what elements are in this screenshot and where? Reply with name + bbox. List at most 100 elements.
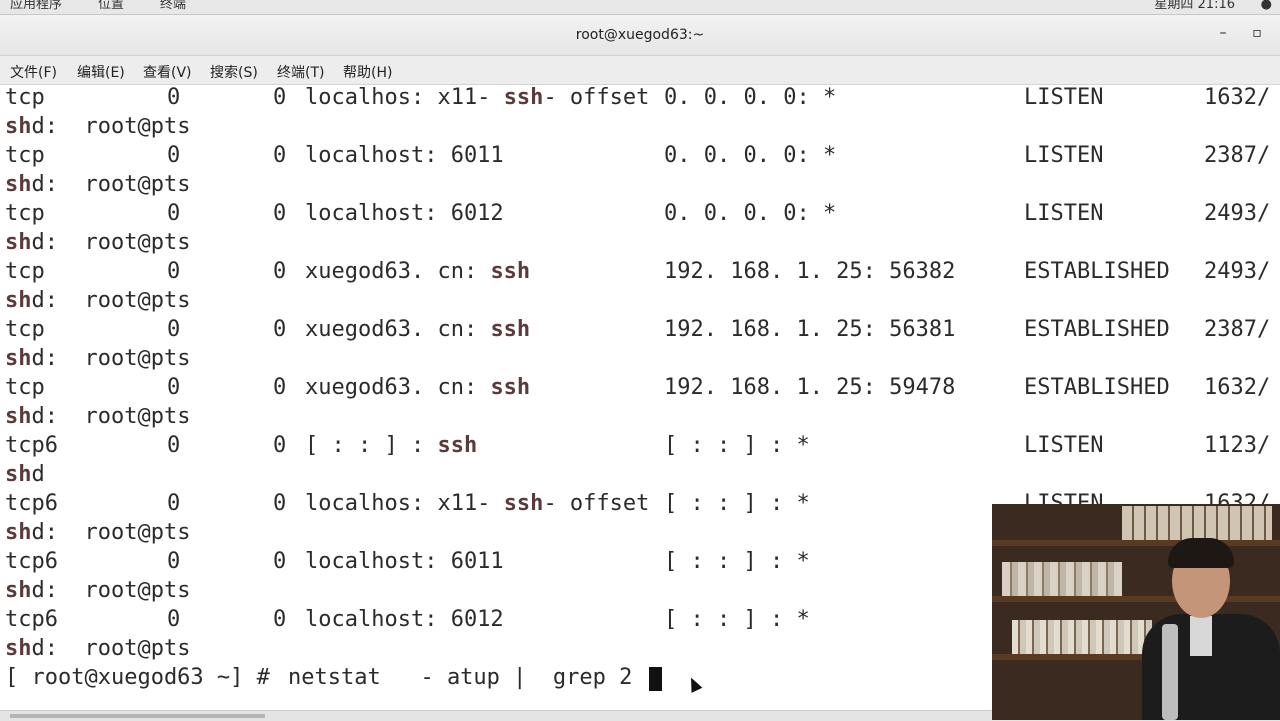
menu-edit[interactable]: 编辑(E): [77, 62, 125, 82]
foreign-address-cell: [ : : ] : *: [664, 607, 810, 632]
proto-cell: tcp6: [5, 607, 58, 632]
program-name-cell: shd: root@pts: [5, 172, 190, 197]
highlight-ssh: ssh: [490, 375, 531, 400]
system-indicator-icon[interactable]: ●: [1261, 0, 1272, 11]
highlight-sh: sh: [5, 636, 32, 661]
program-name-row: shd: root@pts: [0, 288, 1280, 317]
local-address-text: localhost: 6011: [305, 143, 504, 168]
program-name-text: d: root@pts: [31, 404, 191, 429]
proto-cell: tcp6: [5, 491, 58, 516]
pid-cell: 2387/: [1204, 143, 1271, 168]
program-name-cell: shd: root@pts: [5, 288, 190, 313]
proto-cell: tcp: [5, 317, 45, 342]
highlight-ssh: ssh: [490, 259, 531, 284]
window-titlebar[interactable]: root@xuegod63:~ – ▫: [0, 15, 1280, 56]
highlight-sh: sh: [5, 172, 32, 197]
menu-terminal[interactable]: 终端(T): [277, 62, 324, 82]
menu-search[interactable]: 搜索(S): [210, 62, 258, 82]
send-q-cell: 0: [273, 201, 287, 226]
foreign-address-cell: 192. 168. 1. 25: 56381: [664, 317, 956, 342]
program-name-cell: shd: root@pts: [5, 520, 190, 545]
local-address-cell: xuegod63. cn: ssh: [305, 259, 530, 284]
webcam-overlay: [992, 504, 1280, 720]
proto-cell: tcp6: [5, 549, 58, 574]
foreign-address-cell: 192. 168. 1. 25: 59478: [664, 375, 956, 400]
clock[interactable]: 星期四 21:16: [1154, 0, 1235, 11]
send-q-cell: 0: [273, 549, 287, 574]
program-name-text: d: root@pts: [31, 636, 191, 661]
highlight-sh: sh: [5, 404, 32, 429]
local-address-text: [ : : ] :: [305, 433, 438, 458]
state-cell: LISTEN: [1024, 433, 1104, 458]
terminal-menubar: 文件(F) 编辑(E) 查看(V) 搜索(S) 终端(T) 帮助(H): [0, 56, 1280, 85]
pid-cell: 1123/: [1204, 433, 1271, 458]
program-name-cell: shd: root@pts: [5, 404, 190, 429]
program-name-text: d: root@pts: [31, 520, 191, 545]
local-address-text: xuegod63. cn:: [305, 375, 491, 400]
program-name-row: shd: root@pts: [0, 114, 1280, 143]
local-address-text: localhost: 6012: [305, 201, 504, 226]
proto-cell: tcp: [5, 375, 45, 400]
menu-help[interactable]: 帮助(H): [343, 62, 392, 82]
foreign-address-cell: [ : : ] : *: [664, 491, 810, 516]
top-panel: 应用程序 位置 终端 星期四 21:16 ●: [0, 0, 1280, 15]
local-address-cell: localhos: x11- ssh- offset: [305, 85, 649, 110]
highlight-sh: sh: [5, 462, 32, 487]
places-menu[interactable]: 位置: [98, 0, 124, 11]
state-cell: LISTEN: [1024, 143, 1104, 168]
highlight-sh: sh: [5, 114, 32, 139]
menu-view[interactable]: 查看(V): [143, 62, 192, 82]
foreign-address-cell: [ : : ] : *: [664, 433, 810, 458]
highlight-sh: sh: [5, 288, 32, 313]
pid-cell: 2493/: [1204, 201, 1271, 226]
program-name-row: shd: root@pts: [0, 230, 1280, 259]
send-q-cell: 0: [273, 607, 287, 632]
highlight-sh: sh: [5, 520, 32, 545]
command-input[interactable]: netstat - atup | grep 2: [288, 665, 632, 690]
recv-q-cell: 0: [167, 259, 181, 284]
scrollbar-thumb[interactable]: [10, 714, 265, 718]
state-cell: ESTABLISHED: [1024, 317, 1170, 342]
books-row: [1122, 506, 1272, 540]
proto-cell: tcp: [5, 85, 45, 110]
pid-cell: 2493/: [1204, 259, 1271, 284]
local-address-cell: [ : : ] : ssh: [305, 433, 477, 458]
local-address-text: xuegod63. cn:: [305, 317, 491, 342]
recv-q-cell: 0: [167, 491, 181, 516]
minimize-button[interactable]: –: [1213, 25, 1233, 45]
recv-q-cell: 0: [167, 143, 181, 168]
state-cell: LISTEN: [1024, 201, 1104, 226]
presenter-shirt: [1190, 616, 1212, 656]
terminal-app-menu[interactable]: 终端: [160, 0, 186, 11]
applications-menu[interactable]: 应用程序: [10, 0, 62, 11]
menu-file[interactable]: 文件(F): [10, 62, 57, 82]
highlight-sh: sh: [5, 230, 32, 255]
recv-q-cell: 0: [167, 375, 181, 400]
program-name-text: d: [31, 462, 45, 487]
foreign-address-cell: 192. 168. 1. 25: 56382: [664, 259, 956, 284]
local-address-suffix: - offset: [543, 491, 650, 516]
program-name-text: d: root@pts: [31, 288, 191, 313]
pid-cell: 1632/: [1204, 85, 1271, 110]
foreign-address-cell: 0. 0. 0. 0: *: [664, 201, 837, 226]
foreign-address-cell: 0. 0. 0. 0: *: [664, 85, 837, 110]
program-name-cell: shd: root@pts: [5, 114, 190, 139]
highlight-sh: sh: [5, 578, 32, 603]
local-address-text: xuegod63. cn:: [305, 259, 491, 284]
pid-cell: 1632/: [1204, 375, 1271, 400]
maximize-button[interactable]: ▫: [1247, 25, 1267, 45]
state-cell: ESTABLISHED: [1024, 259, 1170, 284]
program-name-row: shd: root@pts: [0, 172, 1280, 201]
bookshelf-shelf: [992, 540, 1280, 546]
state-cell: LISTEN: [1024, 85, 1104, 110]
local-address-text: localhost: 6011: [305, 549, 504, 574]
highlight-ssh: ssh: [437, 433, 478, 458]
highlight-ssh: ssh: [503, 491, 544, 516]
local-address-cell: localhos: x11- ssh- offset: [305, 491, 649, 516]
recv-q-cell: 0: [167, 607, 181, 632]
program-name-text: d: root@pts: [31, 346, 191, 371]
text-cursor: [649, 667, 662, 691]
send-q-cell: 0: [273, 85, 287, 110]
local-address-cell: xuegod63. cn: ssh: [305, 375, 530, 400]
window-title: root@xuegod63:~: [575, 27, 705, 43]
